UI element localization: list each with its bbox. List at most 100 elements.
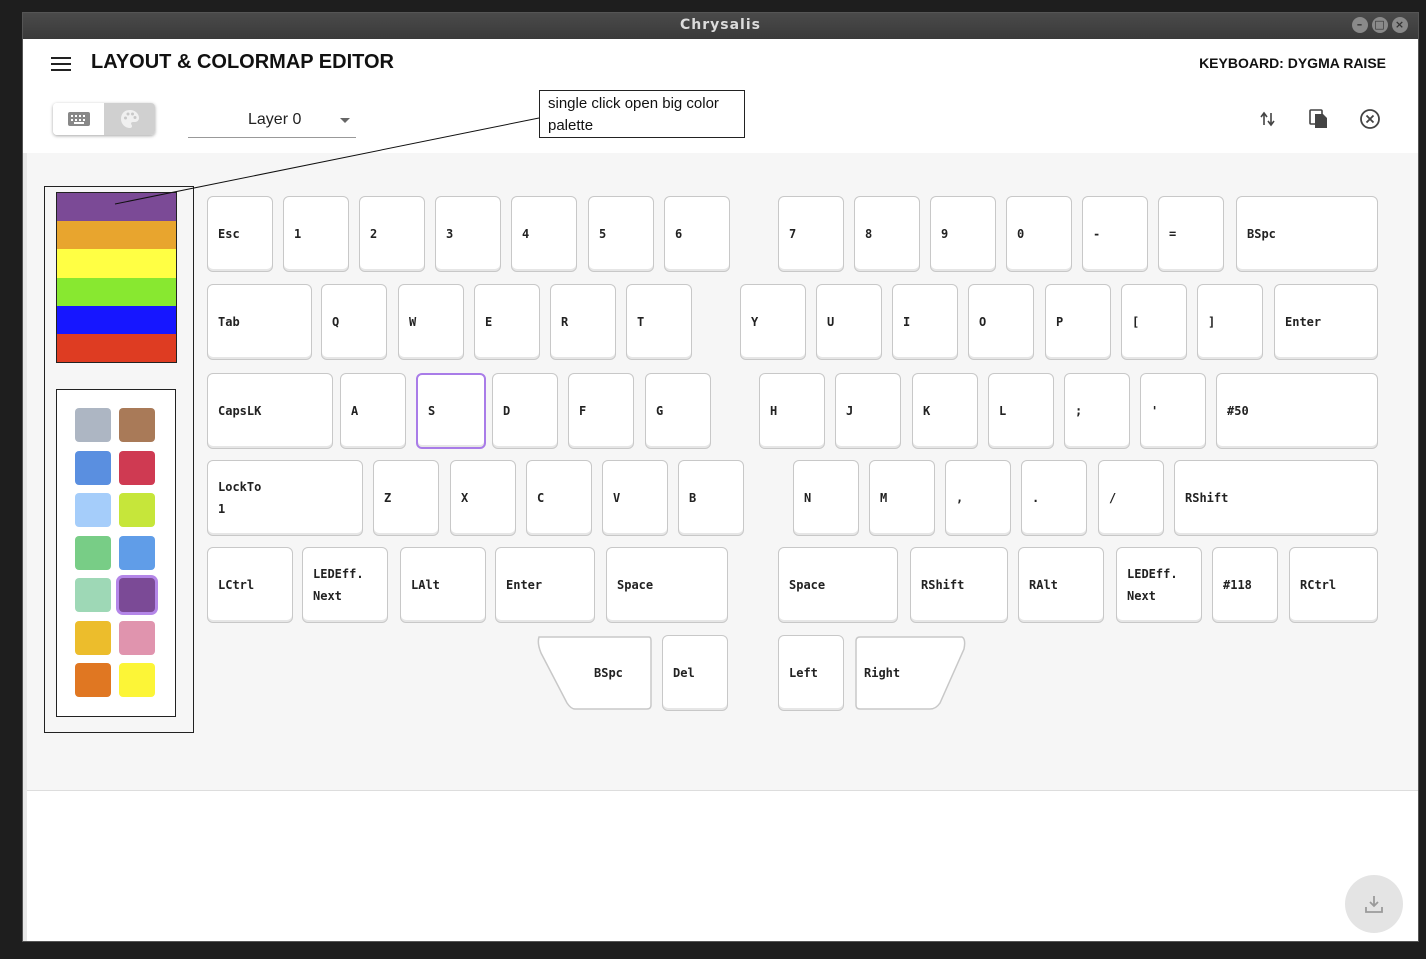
color-swatch[interactable] bbox=[75, 620, 111, 655]
key[interactable]: U bbox=[816, 284, 882, 360]
key[interactable]: LAlt bbox=[400, 547, 486, 623]
key[interactable]: E bbox=[474, 284, 540, 360]
key[interactable]: F bbox=[568, 373, 634, 449]
key[interactable]: LEDEff. Next bbox=[302, 547, 388, 623]
key[interactable]: 7 bbox=[778, 196, 844, 272]
big-palette-color[interactable] bbox=[57, 277, 176, 306]
key[interactable]: #118 bbox=[1212, 547, 1278, 623]
key[interactable]: P bbox=[1045, 284, 1111, 360]
layer-select[interactable]: Layer 0 bbox=[188, 105, 356, 138]
key[interactable]: Space bbox=[778, 547, 898, 623]
key[interactable]: K bbox=[912, 373, 978, 449]
key[interactable]: 9 bbox=[930, 196, 996, 272]
key[interactable]: 3 bbox=[435, 196, 501, 272]
color-swatch[interactable] bbox=[75, 450, 111, 485]
key[interactable]: B bbox=[678, 460, 744, 536]
key[interactable]: RShift bbox=[1174, 460, 1378, 536]
key[interactable]: 4 bbox=[511, 196, 577, 272]
key[interactable]: I bbox=[892, 284, 958, 360]
key[interactable]: Z bbox=[373, 460, 439, 536]
copy-button[interactable] bbox=[1307, 107, 1331, 131]
color-swatch[interactable] bbox=[119, 663, 155, 697]
key[interactable]: Right bbox=[854, 635, 966, 711]
key[interactable]: [ bbox=[1121, 284, 1187, 360]
key[interactable]: LockTo 1 bbox=[207, 460, 363, 536]
colormap-mode-button[interactable] bbox=[104, 103, 155, 135]
key[interactable]: LCtrl bbox=[207, 547, 293, 623]
color-swatch[interactable] bbox=[75, 578, 111, 612]
key[interactable]: D bbox=[492, 373, 558, 449]
key[interactable]: Enter bbox=[1274, 284, 1378, 360]
key[interactable]: X bbox=[450, 460, 516, 536]
key[interactable]: Q bbox=[321, 284, 387, 360]
key[interactable]: Space bbox=[606, 547, 728, 623]
key[interactable]: V bbox=[602, 460, 668, 536]
key[interactable]: O bbox=[968, 284, 1034, 360]
color-swatch[interactable] bbox=[75, 535, 111, 570]
big-color-palette[interactable] bbox=[56, 192, 177, 363]
color-swatch[interactable] bbox=[119, 450, 155, 485]
color-swatch[interactable] bbox=[119, 493, 155, 527]
key[interactable]: 6 bbox=[664, 196, 730, 272]
keyboard-mode-button[interactable] bbox=[53, 103, 104, 135]
key[interactable]: / bbox=[1098, 460, 1164, 536]
key[interactable]: - bbox=[1082, 196, 1148, 272]
key[interactable]: L bbox=[988, 373, 1054, 449]
key[interactable]: 5 bbox=[588, 196, 654, 272]
maximize-button[interactable]: □ bbox=[1372, 17, 1388, 33]
key[interactable]: S bbox=[416, 373, 486, 449]
key[interactable]: 8 bbox=[854, 196, 920, 272]
key[interactable]: 0 bbox=[1006, 196, 1072, 272]
key[interactable]: BSpc bbox=[1236, 196, 1378, 272]
close-window-button[interactable]: × bbox=[1392, 17, 1408, 33]
color-swatch[interactable] bbox=[119, 620, 155, 655]
big-palette-color[interactable] bbox=[57, 193, 176, 222]
key[interactable]: Enter bbox=[495, 547, 595, 623]
color-swatch[interactable] bbox=[119, 535, 155, 570]
key[interactable]: Esc bbox=[207, 196, 273, 272]
key[interactable]: N bbox=[793, 460, 859, 536]
color-swatch[interactable] bbox=[75, 663, 111, 697]
key[interactable]: Del bbox=[662, 635, 728, 711]
key[interactable]: RCtrl bbox=[1289, 547, 1378, 623]
color-swatch[interactable] bbox=[75, 493, 111, 527]
key[interactable]: Y bbox=[740, 284, 806, 360]
save-changes-button[interactable] bbox=[1345, 875, 1403, 933]
swap-vert-button[interactable] bbox=[1256, 107, 1280, 131]
big-palette-color[interactable] bbox=[57, 221, 176, 250]
big-palette-color[interactable] bbox=[57, 333, 176, 363]
key[interactable]: ] bbox=[1197, 284, 1263, 360]
key[interactable]: Left bbox=[778, 635, 844, 711]
key[interactable]: RAlt bbox=[1018, 547, 1104, 623]
key[interactable]: , bbox=[945, 460, 1011, 536]
key[interactable]: 1 bbox=[283, 196, 349, 272]
color-swatch[interactable] bbox=[119, 578, 155, 612]
key[interactable]: LEDEff. Next bbox=[1116, 547, 1202, 623]
key[interactable]: . bbox=[1021, 460, 1087, 536]
key[interactable]: G bbox=[645, 373, 711, 449]
color-swatch[interactable] bbox=[119, 408, 155, 442]
key[interactable]: = bbox=[1158, 196, 1224, 272]
color-swatch[interactable] bbox=[75, 408, 111, 442]
key[interactable]: A bbox=[340, 373, 406, 449]
key[interactable]: W bbox=[398, 284, 464, 360]
key[interactable]: CapsLK bbox=[207, 373, 333, 449]
big-palette-color[interactable] bbox=[57, 249, 176, 278]
big-palette-color[interactable] bbox=[57, 305, 176, 334]
key[interactable]: RShift bbox=[910, 547, 1008, 623]
menu-icon[interactable] bbox=[51, 57, 71, 71]
key[interactable]: H bbox=[759, 373, 825, 449]
key[interactable]: BSpc bbox=[537, 635, 653, 711]
key[interactable]: M bbox=[869, 460, 935, 536]
key[interactable]: Tab bbox=[207, 284, 312, 360]
key[interactable]: ' bbox=[1140, 373, 1206, 449]
key[interactable]: T bbox=[626, 284, 692, 360]
key[interactable]: ; bbox=[1064, 373, 1130, 449]
key[interactable]: #50 bbox=[1216, 373, 1378, 449]
key[interactable]: J bbox=[835, 373, 901, 449]
minimize-button[interactable]: – bbox=[1352, 17, 1368, 33]
key[interactable]: R bbox=[550, 284, 616, 360]
close-button[interactable] bbox=[1358, 107, 1382, 131]
key[interactable]: 2 bbox=[359, 196, 425, 272]
key[interactable]: C bbox=[526, 460, 592, 536]
